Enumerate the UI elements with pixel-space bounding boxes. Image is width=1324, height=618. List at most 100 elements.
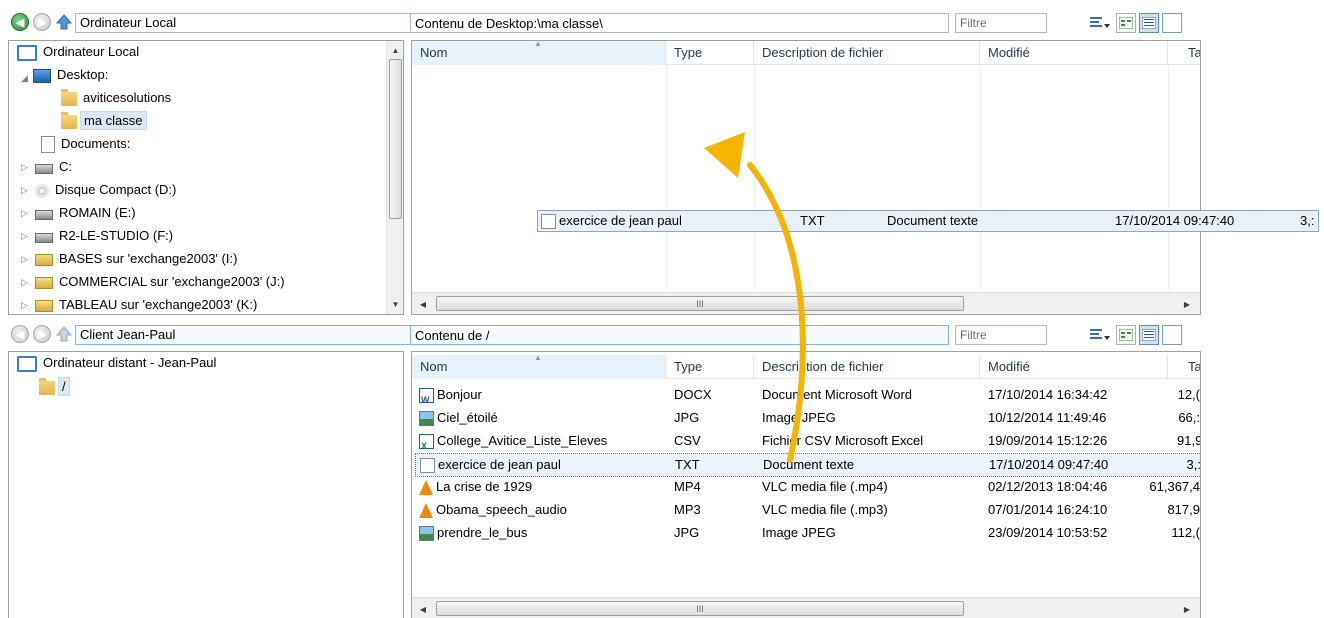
cd-icon [35, 183, 49, 198]
top-sort-icon[interactable] [1088, 13, 1112, 33]
drag-ghost-row: exercice de jean paul TXT Document texte… [537, 210, 1319, 232]
up-button[interactable] [55, 325, 73, 343]
tree-item-local-computer[interactable]: Ordinateur Local [17, 41, 142, 63]
column-divider [666, 65, 667, 291]
tree-item-ma-classe[interactable]: ma classe [61, 110, 147, 132]
tree-item-drive-e[interactable]: ROMAIN (E:) [35, 202, 139, 224]
tree-item-drive-c[interactable]: C: [35, 156, 75, 178]
scroll-thumb[interactable] [389, 59, 402, 219]
sort-up-icon: ▲ [534, 40, 542, 48]
drag-direction-arrow [704, 132, 806, 463]
bottom-blank-view-icon[interactable] [1162, 325, 1182, 345]
scroll-left-arrow[interactable]: ◀ [416, 602, 430, 616]
computer-icon [17, 44, 37, 61]
bottom-list-hscrollbar[interactable]: ◀ III ▶ [412, 597, 1200, 618]
back-button[interactable]: ◀ [11, 325, 29, 343]
drag-file-modified: 17/10/2014 09:47:40 [1115, 213, 1235, 228]
scroll-left-arrow[interactable]: ◀ [416, 297, 430, 311]
top-blank-view-icon[interactable] [1162, 13, 1182, 33]
top-filter-input[interactable]: Filtre [955, 13, 1047, 33]
tree-item-remote-computer[interactable]: Ordinateur distant - Jean-Paul [17, 352, 219, 374]
folder-icon [61, 111, 77, 129]
top-list-view-icon[interactable] [1139, 13, 1159, 33]
expand-icon[interactable]: ▷ [21, 162, 28, 173]
folder-icon [61, 88, 77, 106]
tree-item-aviticesolutions[interactable]: aviticesolutions [61, 87, 174, 109]
sort-up-icon: ▲ [534, 353, 542, 362]
network-drive-icon [35, 299, 53, 312]
top-content-path: Contenu de Desktop:\ma classe\ [410, 13, 949, 33]
bottom-tree-pane: Ordinateur distant - Jean-Paul / [8, 351, 404, 618]
tree-item-documents[interactable]: Documents: [41, 133, 133, 155]
up-button[interactable] [55, 13, 73, 31]
forward-button[interactable]: ▶ [33, 325, 51, 343]
top-content-label: Contenu de Desktop:\ma classe\ [415, 16, 603, 31]
desktop-icon [33, 68, 51, 83]
column-nom[interactable]: Nom ▲ [412, 353, 666, 379]
tree-item-drive-d[interactable]: Disque Compact (D:) [35, 179, 179, 201]
column-modified[interactable]: Modifié [980, 355, 1168, 379]
bottom-address-field[interactable]: Client Jean-Paul [75, 325, 411, 345]
drive-icon [35, 233, 53, 244]
column-divider [980, 65, 981, 291]
top-address-field[interactable]: Ordinateur Local [75, 13, 411, 33]
column-size[interactable]: Ta [1168, 41, 1200, 65]
drag-file-name: exercice de jean paul [559, 213, 682, 228]
column-type[interactable]: Type [666, 41, 754, 65]
network-drive-icon [35, 276, 53, 289]
bottom-details-view-icon[interactable] [1116, 325, 1136, 345]
column-divider [1168, 65, 1169, 291]
bottom-content-path: Contenu de / [410, 325, 949, 345]
text-file-icon [541, 214, 556, 230]
tree-item-desktop[interactable]: Desktop: [33, 64, 111, 86]
column-nom[interactable]: Nom ▲ [412, 41, 666, 65]
expand-icon[interactable]: ▷ [21, 208, 28, 219]
tree-item-root[interactable]: / [39, 376, 70, 398]
text-file-icon [420, 458, 435, 474]
vlc-file-icon [419, 480, 433, 496]
back-button[interactable]: ◀ [11, 13, 29, 31]
column-description[interactable]: Description de fichier [754, 41, 980, 65]
drag-file-size: 3,: [1300, 213, 1315, 228]
scroll-down-arrow[interactable]: ▼ [387, 297, 403, 311]
bottom-content-label: Contenu de / [415, 328, 490, 343]
bottom-filter-input[interactable]: Filtre [955, 325, 1047, 345]
excel-file-icon [419, 434, 434, 452]
scroll-right-arrow[interactable]: ▶ [1180, 297, 1194, 311]
folder-icon [39, 377, 55, 395]
expand-icon[interactable]: ▷ [21, 231, 28, 242]
tree-item-drive-i[interactable]: BASES sur 'exchange2003' (I:) [35, 248, 240, 270]
collapse-icon[interactable]: ◢ [21, 73, 28, 84]
forward-button[interactable]: ▶ [33, 13, 51, 31]
network-drive-icon [35, 253, 53, 266]
drive-icon [35, 164, 53, 175]
tree-item-drive-k[interactable]: TABLEAU sur 'exchange2003' (K:) [35, 294, 260, 314]
bottom-list-view-icon[interactable] [1139, 325, 1159, 345]
tree-item-drive-j[interactable]: COMMERCIAL sur 'exchange2003' (J:) [35, 271, 288, 293]
column-size[interactable]: Ta [1168, 355, 1200, 379]
scroll-thumb[interactable]: III [436, 601, 964, 616]
bottom-sort-icon[interactable] [1088, 325, 1112, 345]
drag-file-desc: Document texte [887, 213, 979, 228]
file-row[interactable]: La crise de 1929 MP4 VLC media file (.mp… [415, 476, 1200, 498]
expand-icon[interactable]: ▷ [21, 254, 28, 265]
scroll-right-arrow[interactable]: ▶ [1180, 602, 1194, 616]
scroll-up-arrow[interactable]: ▲ [387, 43, 403, 57]
computer-icon [17, 355, 37, 372]
top-details-view-icon[interactable] [1116, 13, 1136, 33]
drive-icon [35, 210, 53, 221]
bottom-toolbar: ◀ ▶ Client Jean-Paul Contenu de / Filtre [0, 322, 1324, 348]
expand-icon[interactable]: ▷ [21, 300, 28, 311]
document-icon [41, 136, 55, 154]
file-row[interactable]: Obama_speech_audio MP3 VLC media file (.… [415, 499, 1200, 521]
tree-item-drive-f[interactable]: R2-LE-STUDIO (F:) [35, 225, 176, 247]
top-tree-pane: Ordinateur Local ◢ Desktop: aviticesolut… [8, 40, 404, 315]
expand-icon[interactable]: ▷ [21, 185, 28, 196]
file-row[interactable]: prendre_le_bus JPG Image JPEG 23/09/2014… [415, 522, 1200, 544]
expand-icon[interactable]: ▷ [21, 277, 28, 288]
top-column-header: Nom ▲ Type Description de fichier Modifié… [412, 41, 1200, 65]
top-tree-scrollbar[interactable]: ▲ ▼ [386, 41, 403, 314]
column-modified[interactable]: Modifié [980, 41, 1168, 65]
up-arrow-icon [56, 326, 72, 342]
image-file-icon [419, 526, 434, 542]
